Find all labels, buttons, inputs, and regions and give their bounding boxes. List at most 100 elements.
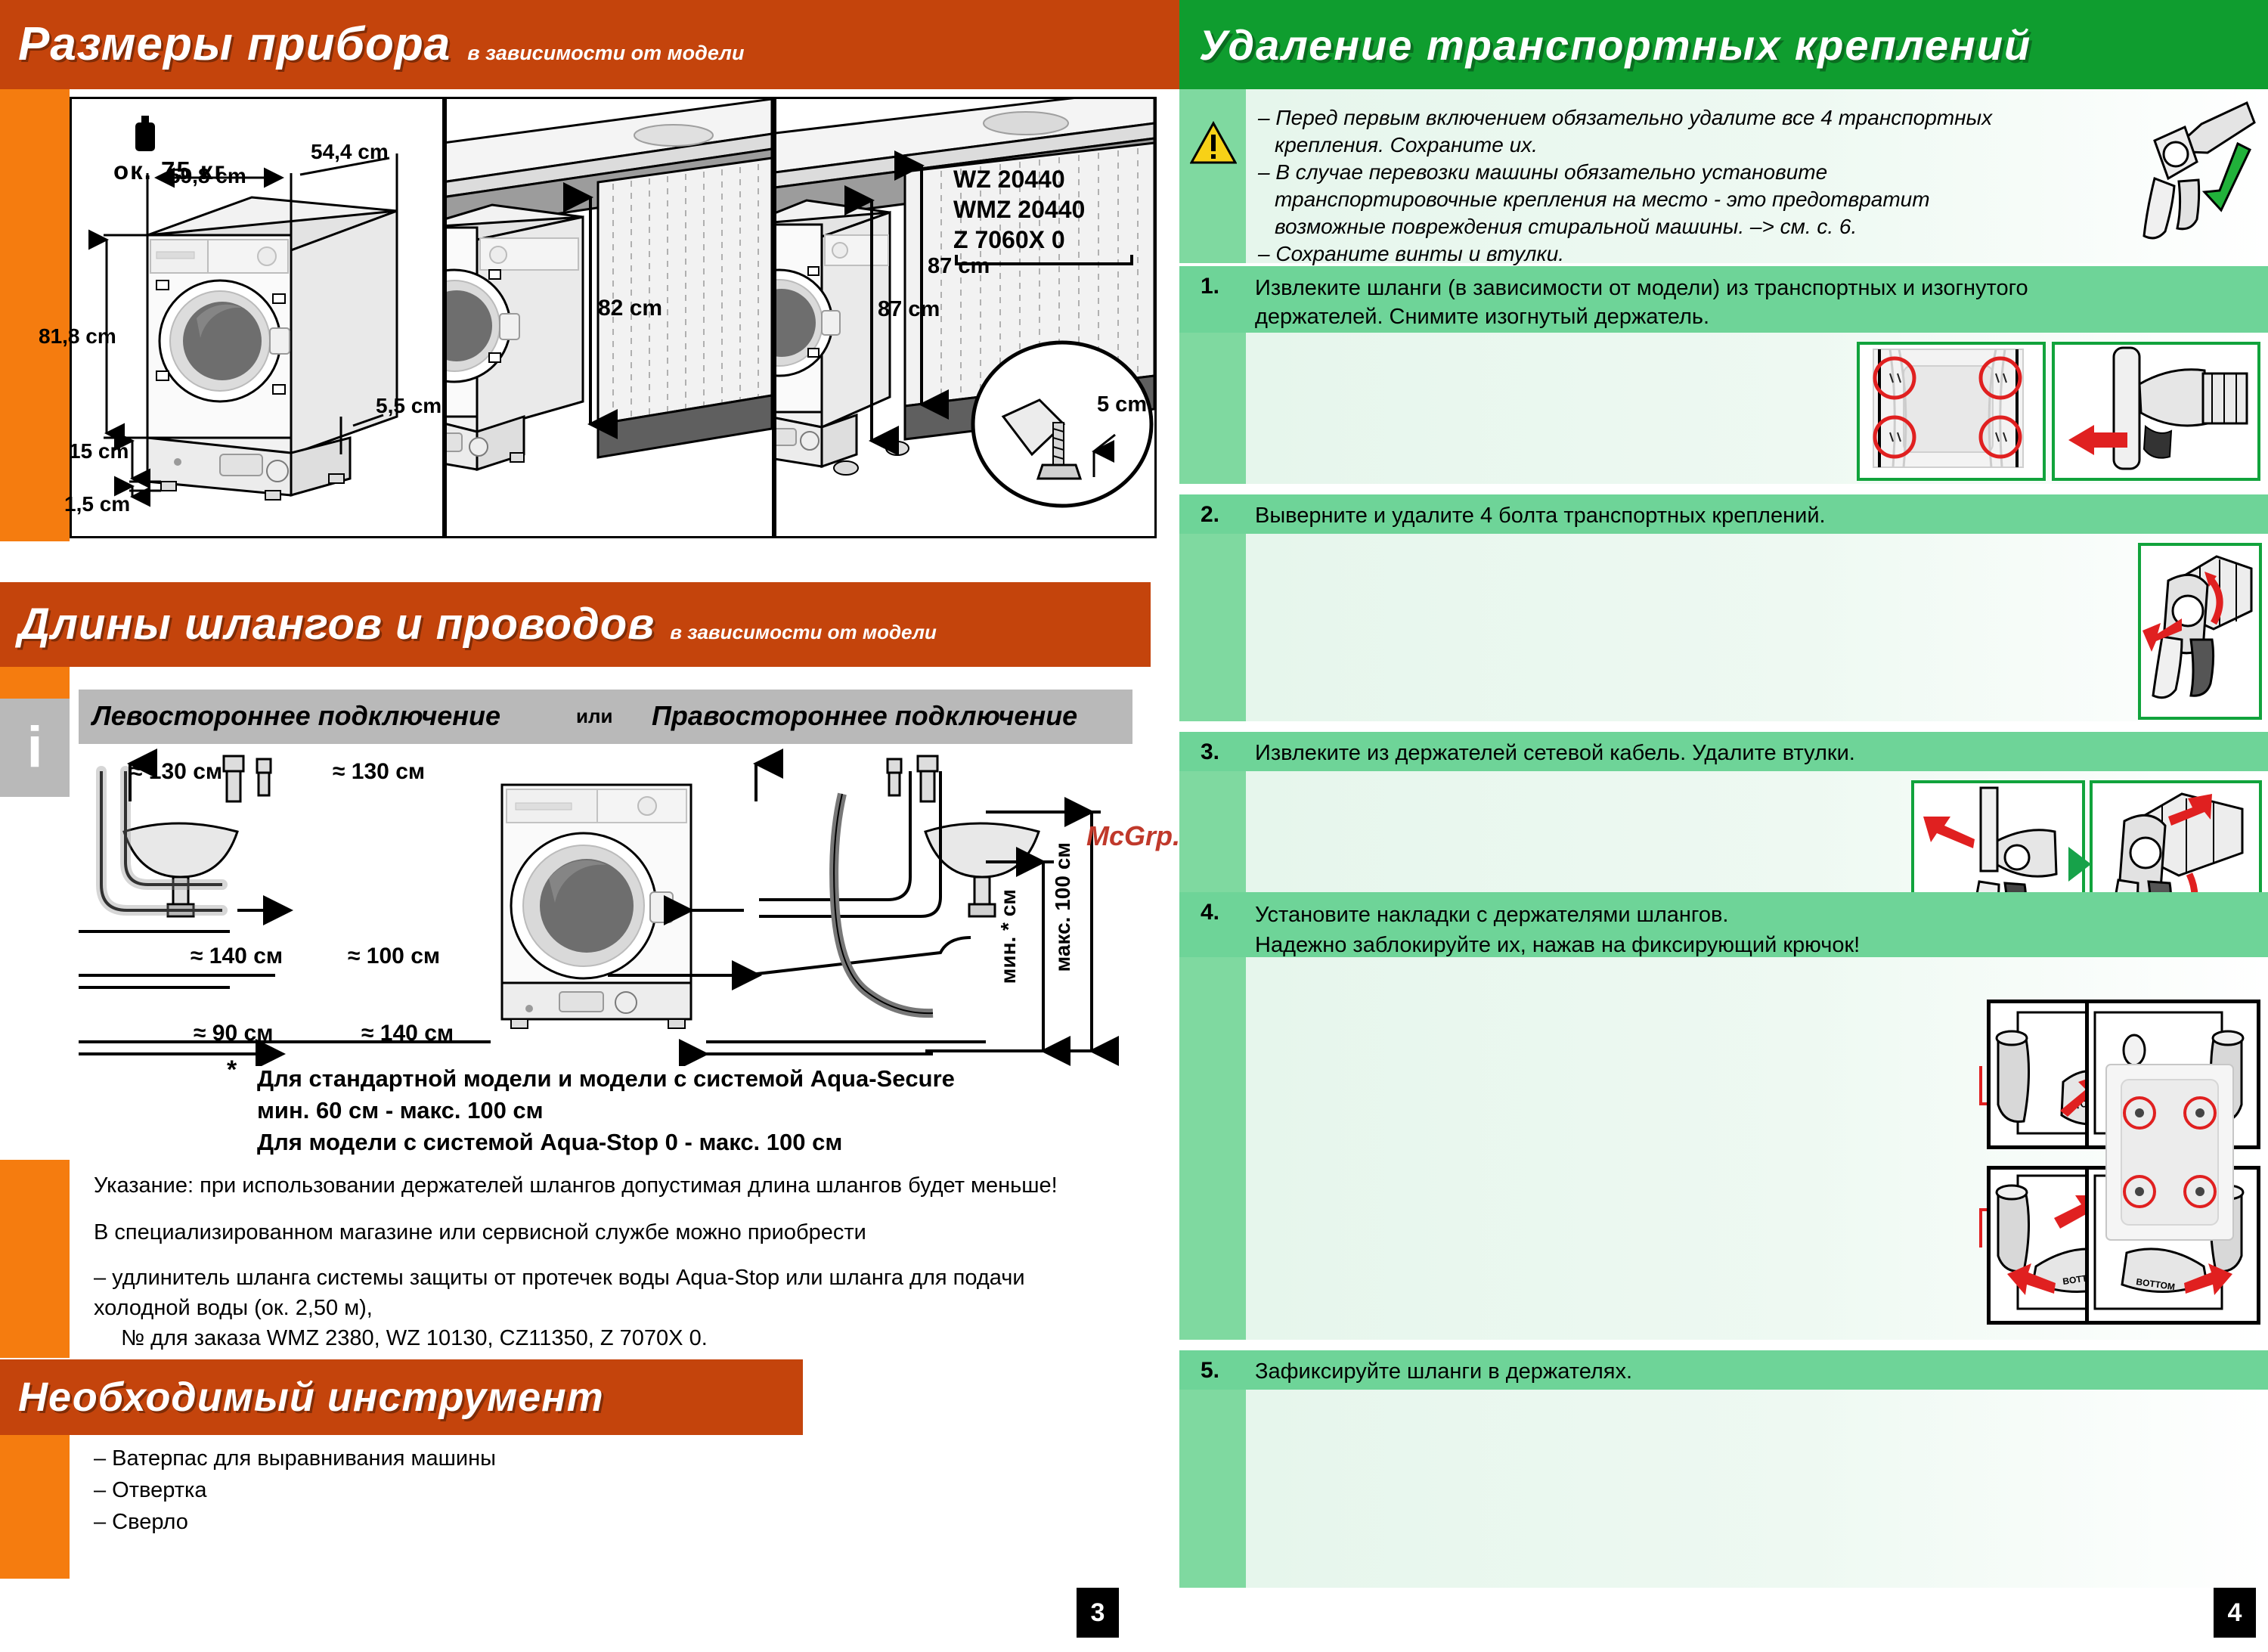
tools-item-2: – Отвертка: [94, 1478, 207, 1502]
warning-left-strip: [1179, 89, 1246, 263]
transport-lock-check-illustration: [2143, 101, 2256, 240]
section-header-hoses: Длины шлангов и проводов в зависимости о…: [0, 582, 1151, 667]
machine-back-hoses-diagram: [1873, 349, 2024, 468]
step-2-left-strip: [1179, 534, 1246, 721]
section-header-tools: Необходимый инструмент: [0, 1359, 803, 1435]
tools-item-1: – Ватерпас для выравнивания машины: [94, 1446, 496, 1471]
tools-item-3: – Сверло: [94, 1510, 188, 1534]
warning-triangle-icon: [1190, 121, 1237, 164]
warning-line-4: транспортировочные крепления на место - …: [1275, 188, 1930, 211]
model-number-2: WMZ 20440: [953, 196, 1086, 223]
warning-text-block: – Перед первым включением обязательно уд…: [1258, 104, 2105, 268]
warning-line-3: – В случае перевозки машины обязательно …: [1258, 160, 1828, 184]
hose-dim-mid-right: ≈ 100 см: [348, 944, 441, 969]
dim-height-87-left: 87 cm: [878, 297, 940, 321]
step-1-image-1: [1857, 342, 2046, 481]
dim-height: 81,8 cm: [39, 324, 116, 348]
bolt-removal-diagram: [2143, 555, 2253, 699]
hose-dim-top-left: ≈ 130 см: [130, 759, 223, 784]
step-1-number: 1.: [1201, 274, 1220, 299]
step-1-image-2: [2052, 342, 2260, 481]
step-5-left-strip: [1179, 1390, 1246, 1588]
model-numbers-box: WZ 20440 WMZ 20440 Z 7060X 0: [953, 164, 1135, 268]
warning-line-5: возможные повреждения стиральной машины.…: [1275, 215, 1857, 238]
footnote-line-2: мин. 60 см - макс. 100 см: [257, 1097, 544, 1124]
dim-depth: 54,4 cm: [311, 140, 389, 163]
warning-line-6: – Сохраните винты и втулки.: [1258, 242, 1565, 265]
dim-detail-5cm: 5 cm: [1097, 392, 1148, 417]
dimension-panel-built-in-82: 82 cm: [445, 97, 774, 538]
section-header-transport-locks: Удаление транспортных креплений: [1179, 0, 2268, 89]
footnote-line-3: Для модели с системой Aqua-Stop 0 - макс…: [257, 1129, 843, 1155]
step-4-left-strip: [1179, 957, 1246, 1340]
step-4-center-backplate: [2103, 1062, 2236, 1243]
footnote-marker: *: [227, 1055, 237, 1084]
section-subtitle-dimensions: в зависимости от модели: [467, 42, 745, 64]
note-3: – удлинитель шланга системы защиты от пр…: [94, 1266, 1025, 1320]
step-4-number: 4.: [1201, 900, 1220, 925]
info-icon-block: i: [0, 699, 70, 797]
tools-list: – Ватерпас для выравнивания машины – Отв…: [94, 1443, 496, 1538]
step-2-body: [1246, 534, 2268, 721]
step-5-text: Зафиксируйте шланги в держателях.: [1255, 1359, 1633, 1384]
orange-accent-bar-4: [0, 1435, 70, 1579]
model-number-1: WZ 20440: [953, 166, 1065, 193]
dimension-panel-front-view: ок. 75 кг 59,8 cm 54,4 cm 81,8 cm 15 cm …: [39, 97, 445, 538]
step-3-number: 3.: [1201, 739, 1220, 764]
hose-length-diagram: [79, 749, 1119, 1066]
left-connection-label: Левостороннее подключение: [92, 700, 501, 731]
step-5-number: 5.: [1201, 1358, 1220, 1383]
section-title-tools: Необходимый инструмент: [18, 1375, 604, 1420]
step-4-text: Установите накладки с держателями шланго…: [1255, 900, 2253, 960]
step-1-text: Извлеките шланги (в зависимости от модел…: [1255, 274, 2253, 331]
or-label: или: [576, 705, 613, 727]
note-1: Указание: при использовании держателей ш…: [94, 1173, 1058, 1198]
dim-foot: 1,5 cm: [64, 492, 131, 516]
dim-width: 59,8 cm: [169, 164, 246, 188]
dim-overhang: 5,5 cm: [376, 394, 442, 417]
hose-dim-mid-left: ≈ 140 см: [191, 944, 284, 969]
footnote-block: Для стандартной модели и модели с систем…: [257, 1063, 955, 1158]
step-5-body: [1246, 1390, 2268, 1588]
section-title-transport-locks: Удаление транспортных креплений: [1199, 20, 2032, 69]
orange-accent-bar-3: [0, 1160, 70, 1358]
left-page: Размеры прибора в зависимости от модели …: [0, 0, 1216, 1652]
section-header-dimensions: Размеры прибора в зависимости от модели: [0, 0, 1198, 89]
orange-accent-bar-2: [0, 667, 70, 699]
footnote-line-1: Для стандартной модели и модели с систем…: [257, 1065, 955, 1092]
step-2-number: 2.: [1201, 502, 1220, 527]
dim-plinth: 15 cm: [69, 439, 129, 463]
step-2-text: Выверните и удалите 4 болта транспортных…: [1255, 504, 1826, 528]
dimension-panel-built-in-87: 87 cm 87 cm 5 cm WZ 20440 WMZ 20440 Z 70…: [774, 97, 1157, 538]
washing-machine-drawing-1: [88, 153, 398, 507]
hose-dim-bottom-left: ≈ 90 см: [194, 1021, 274, 1046]
orange-accent-bar-1: [0, 89, 70, 541]
section-title-hoses: Длины шлангов и проводов: [18, 600, 655, 649]
hose-dim-top-right: ≈ 130 см: [333, 759, 426, 784]
step-2-image: [2138, 543, 2262, 720]
step-1-line-2: держателей. Снимите изогнутый держатель.: [1255, 305, 1710, 329]
hose-dim-min-star: мин. * см: [996, 889, 1020, 984]
step-4-line-2: Надежно заблокируйте их, нажав на фиксир…: [1255, 933, 1861, 957]
right-connection-label: Правостороннее подключение: [652, 700, 1078, 731]
page-number-right: 4: [2214, 1588, 2256, 1638]
info-icon: i: [26, 715, 43, 780]
dim-height-82: 82 cm: [598, 296, 663, 321]
manual-spread: Размеры прибора в зависимости от модели …: [0, 0, 2268, 1652]
step-3-text: Извлеките из держателей сетевой кабель. …: [1255, 741, 1855, 765]
model-bracket: [955, 255, 1133, 265]
model-number-3: Z 7060X 0: [953, 226, 1065, 253]
hose-dim-max-100: макс. 100 см: [1051, 842, 1074, 972]
notes-block: Указание: при использовании держателей ш…: [94, 1170, 1107, 1353]
note-4: № для заказа WMZ 2380, WZ 10130, CZ11350…: [121, 1326, 708, 1350]
page-number-left: 3: [1077, 1588, 1119, 1638]
right-page: Удаление транспортных креплений – Перед …: [1179, 0, 2268, 1652]
machine-back-holes-diagram: [2105, 1064, 2234, 1241]
hose-clip-release-diagram: [2068, 346, 2248, 470]
warning-line-2: крепления. Сохраните их.: [1275, 133, 1538, 157]
note-2: В специализированном магазине или сервис…: [94, 1220, 866, 1244]
step-4-line-1: Установите накладки с держателями шланго…: [1255, 903, 1729, 927]
section-subtitle-hoses: в зависимости от модели: [670, 621, 937, 643]
warning-line-1: – Перед первым включением обязательно уд…: [1258, 106, 1993, 129]
section-title-dimensions: Размеры прибора: [18, 18, 451, 70]
